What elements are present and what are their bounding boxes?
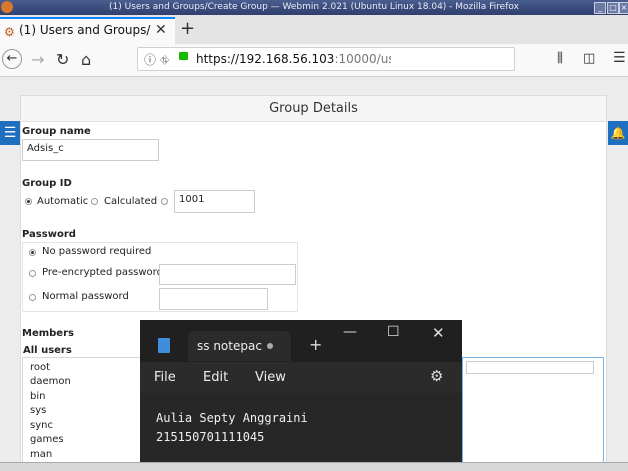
password-label: Password	[22, 229, 76, 240]
notepad-settings-gear-icon[interactable]: ⚙	[430, 367, 443, 385]
notepad-line-2: 215150701111045	[156, 430, 265, 444]
unsaved-dot-icon	[267, 343, 273, 349]
notepad-line-1: Aulia Septy Anggraini	[156, 411, 308, 425]
list-item[interactable]: bin	[30, 391, 45, 402]
window-title: (1) Users and Groups/Create Group — Webm…	[109, 2, 519, 12]
list-item[interactable]: sys	[30, 405, 46, 416]
close-window-button[interactable]: ×	[619, 2, 628, 14]
webmin-menu-toggle-icon[interactable]: ☰	[0, 121, 20, 145]
gid-manual-radio[interactable]	[161, 198, 168, 205]
notepad-tab-title: ss notepac	[197, 339, 262, 353]
notepad-tab[interactable]: ss notepac	[188, 331, 291, 361]
window-title-bar: (1) Users and Groups/Create Group — Webm…	[0, 0, 628, 15]
home-icon[interactable]: ⌂	[81, 50, 91, 69]
group-name-label: Group name	[22, 126, 91, 137]
pw-encrypted-radio[interactable]	[29, 270, 36, 277]
gid-automatic-label: Automatic	[37, 196, 89, 207]
pw-none-radio[interactable]	[29, 249, 36, 256]
menu-icon[interactable]: ☰	[613, 50, 626, 66]
group-id-input[interactable]: 1001	[174, 190, 255, 213]
lock-icon	[179, 52, 188, 60]
sidebar-toggle-icon[interactable]: ◫	[583, 51, 595, 66]
panel-heading: Group Details	[21, 96, 606, 122]
pw-normal-radio[interactable]	[29, 294, 36, 301]
pw-encrypted-label: Pre-encrypted password	[42, 267, 163, 278]
notepad-minimize-icon[interactable]: —	[343, 324, 357, 340]
pw-normal-label: Normal password	[42, 291, 129, 302]
reload-icon[interactable]: ↻	[56, 50, 69, 69]
minimize-button[interactable]: _	[594, 2, 606, 14]
notepad-close-icon[interactable]: ✕	[432, 324, 445, 342]
list-item[interactable]: root	[30, 362, 50, 373]
url-text: https://192.168.56.103:10000/userad	[196, 52, 391, 66]
forward-icon[interactable]: →	[31, 50, 44, 69]
notepad-new-tab-button[interactable]: +	[309, 335, 322, 354]
group-id-label: Group ID	[22, 178, 72, 189]
pw-none-label: No password required	[42, 246, 152, 257]
pre-encrypted-password-input[interactable]	[159, 264, 296, 285]
site-info-icon[interactable]: ⓘ ⛗	[144, 51, 169, 68]
app-icon	[1, 1, 13, 13]
notepad-maximize-icon[interactable]: ☐	[387, 324, 400, 340]
notepad-app-icon	[158, 338, 170, 353]
list-item[interactable]: sync	[30, 420, 53, 431]
maximize-button[interactable]: □	[607, 2, 619, 14]
notepad-menu-file[interactable]: File	[154, 370, 176, 385]
webmin-favicon-icon: ⚙	[4, 25, 15, 39]
new-tab-button[interactable]: +	[180, 18, 195, 39]
notepad-menu-edit[interactable]: Edit	[203, 370, 228, 385]
close-tab-icon[interactable]: ✕	[155, 22, 167, 38]
library-icon[interactable]: ⫼	[557, 51, 563, 66]
notepad-menu-view[interactable]: View	[255, 370, 286, 385]
all-users-label: All users	[23, 345, 72, 356]
browser-tab[interactable]: ⚙ (1) Users and Groups/Cre ✕	[0, 17, 175, 44]
members-label: Members	[22, 328, 74, 339]
list-item[interactable]: daemon	[30, 376, 71, 387]
members-search-input[interactable]	[466, 361, 594, 374]
gid-calculated-radio[interactable]	[91, 198, 98, 205]
tab-title: (1) Users and Groups/Cre	[19, 23, 151, 37]
gid-automatic-radio[interactable]	[25, 198, 32, 205]
url-bar[interactable]: ⓘ ⛗ https://192.168.56.103:10000/userad	[137, 47, 515, 71]
list-item[interactable]: man	[30, 449, 52, 460]
normal-password-input[interactable]	[159, 288, 268, 310]
list-item[interactable]: games	[30, 434, 64, 445]
group-name-input[interactable]: Adsis_c	[22, 139, 159, 161]
back-icon[interactable]: ←	[2, 49, 22, 69]
gid-calculated-label: Calculated	[104, 196, 158, 207]
notifications-icon[interactable]: 🔔	[608, 121, 628, 145]
